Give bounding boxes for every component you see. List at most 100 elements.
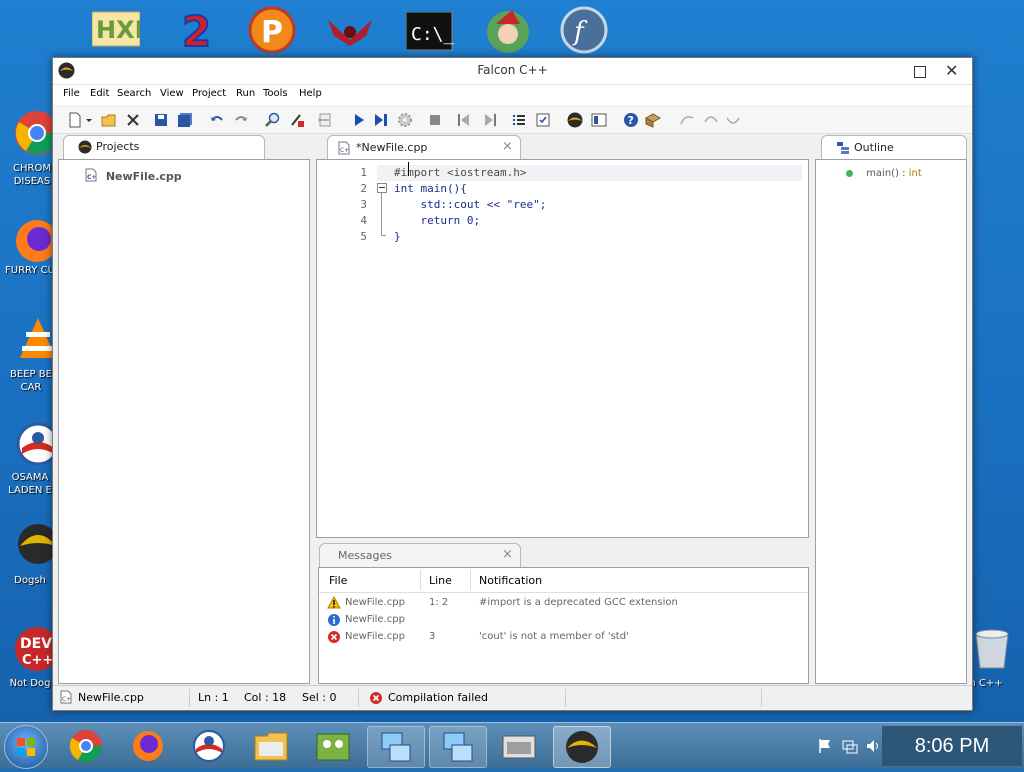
package-icon[interactable] [644,112,662,128]
message-file: NewFile.cpp [345,614,405,625]
step-back-icon[interactable] [457,112,473,128]
taskbar-obama-icon[interactable] [181,726,237,766]
taskbar-explorer-icon[interactable] [243,726,299,766]
menu-run[interactable]: Run [236,88,255,99]
desktop-icon-label: OSAMA [11,472,49,483]
taskbar-network-icon-1[interactable] [367,726,425,768]
cmd-icon[interactable]: C:\_ [405,11,455,60]
goto-line-icon[interactable] [317,112,333,128]
close-file-icon[interactable] [125,112,141,128]
message-row[interactable]: NewFile.cpp [319,612,808,629]
projects-panel: C+ NewFile.cpp [58,159,310,684]
menu-bar: File Edit Search View Project Run Tools … [53,85,972,105]
help-icon[interactable]: ? [623,112,639,128]
maximize-icon[interactable] [914,66,926,78]
number-2-icon[interactable]: 2 [174,6,222,57]
open-folder-icon[interactable] [101,112,117,128]
desktop-icon-label: DISEAS [13,176,51,187]
function-icon [846,169,853,177]
flag-icon[interactable] [818,738,832,758]
menu-help[interactable]: Help [299,88,322,99]
tab-newfile[interactable]: C+ *NewFile.cpp × [327,135,521,160]
start-button[interactable] [4,725,48,769]
recycle-bin-icon[interactable] [972,626,1020,674]
close-tab-icon[interactable]: × [502,547,513,562]
step-run-icon[interactable] [373,112,389,128]
network-tray-icon[interactable] [842,738,858,758]
flash-icon[interactable]: f [560,6,608,54]
status-divider [358,689,359,707]
debug-step-into-icon[interactable] [679,112,695,128]
menu-search[interactable]: Search [117,88,151,99]
stop-icon[interactable] [427,112,443,128]
new-file-icon[interactable] [67,112,83,128]
menu-tools[interactable]: Tools [263,88,288,99]
tab-projects[interactable]: Projects [63,135,265,160]
code-line: return 0; [394,214,481,227]
taskbar-people-icon[interactable] [305,726,361,766]
status-sel: Sel : 0 [302,691,337,704]
project-file-item[interactable]: C+ NewFile.cpp [85,168,182,185]
close-tab-icon[interactable]: × [502,139,513,154]
status-file: NewFile.cpp [78,691,144,704]
build-gear-icon[interactable] [397,112,413,128]
desktop-icon-label: CHROM [13,163,51,174]
line-number: 1 [360,166,367,179]
code-editor[interactable]: 1 2 3 4 5 #import <iostream.h> int main(… [316,159,809,538]
column-header-notification[interactable]: Notification [479,574,542,587]
close-icon[interactable]: ✕ [945,61,958,80]
falcon-cpp-window: Falcon C++ ✕ File Edit Search View Proje… [52,57,973,711]
desktop-icon-label: CAR [20,382,42,393]
column-divider [470,570,471,590]
tab-messages[interactable]: Messages × [319,543,521,568]
status-divider [761,689,762,707]
save-all-icon[interactable] [177,112,193,128]
hxd-icon[interactable]: HXD [91,8,155,56]
message-row[interactable]: NewFile.cpp 3 'cout' is not a member of … [319,629,808,646]
p-app-icon[interactable]: P [248,6,296,54]
dropdown-arrow-icon[interactable] [85,112,93,128]
volume-icon[interactable] [866,738,882,758]
properties-icon[interactable] [535,112,551,128]
fold-guide-end [381,235,386,236]
debug-step-over-icon[interactable] [703,112,719,128]
taskbar-firefox-icon[interactable] [120,726,176,766]
step-forward-icon[interactable] [481,112,497,128]
menu-view[interactable]: View [160,88,184,99]
status-divider [565,689,566,707]
run-icon[interactable] [351,112,367,128]
taskbar-network-icon-2[interactable] [429,726,487,768]
save-icon[interactable] [153,112,169,128]
clock[interactable]: 8:06 PM [882,726,1022,766]
outline-item[interactable]: main() : int [846,168,922,179]
layout-icon[interactable] [591,112,607,128]
find-icon[interactable] [265,112,281,128]
message-line: 1: 2 [429,597,449,608]
outline-panel: main() : int [815,159,967,684]
winged-app-icon[interactable] [326,10,374,58]
taskbar-chrome-icon[interactable] [58,726,114,766]
replace-icon[interactable] [289,112,305,128]
taskbar-falcon-icon[interactable] [553,726,611,768]
cpp-file-icon: C+ [60,690,72,707]
taskbar-app-icon[interactable] [491,726,547,766]
column-header-line[interactable]: Line [429,574,452,587]
desktop-icon-label: Not Dog [9,678,51,689]
tab-outline[interactable]: Outline [821,135,967,160]
undo-icon[interactable] [209,112,225,128]
fold-marker-icon[interactable] [377,183,387,193]
column-header-file[interactable]: File [329,574,347,587]
santa-icon[interactable] [484,6,532,54]
falcon-logo-icon[interactable] [567,112,583,128]
message-line: 3 [429,631,436,642]
menu-project[interactable]: Project [192,88,226,99]
menu-file[interactable]: File [63,88,80,99]
title-bar[interactable]: Falcon C++ ✕ [53,58,972,85]
redo-icon[interactable] [233,112,249,128]
menu-edit[interactable]: Edit [90,88,109,99]
list-icon[interactable] [511,112,527,128]
svg-text:C:\_: C:\_ [411,24,454,45]
message-file: NewFile.cpp [345,597,405,608]
debug-step-out-icon[interactable] [725,112,741,128]
message-row[interactable]: NewFile.cpp 1: 2 #import is a deprecated… [319,595,808,612]
